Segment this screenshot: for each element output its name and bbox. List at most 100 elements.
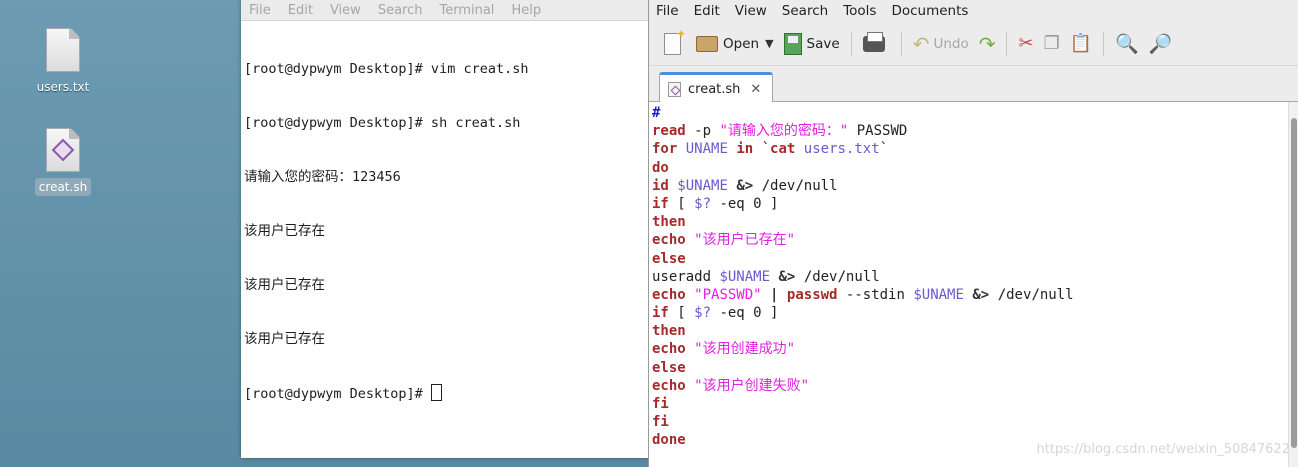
terminal-prompt-line[interactable]: [root@dypwym Desktop]# <box>244 384 645 402</box>
gedit-menu-file[interactable]: File <box>656 3 679 19</box>
editor-scrollbar[interactable] <box>1288 102 1298 467</box>
code-line: else <box>652 359 1285 377</box>
replace-button[interactable]: 🔎 <box>1144 29 1178 59</box>
terminal-menu-edit[interactable]: Edit <box>288 3 313 18</box>
new-document-button[interactable] <box>659 27 691 59</box>
scrollbar-thumb[interactable] <box>1291 118 1297 448</box>
terminal-window[interactable]: File Edit View Search Terminal Help [roo… <box>241 0 649 458</box>
copy-icon: ❐ <box>1043 32 1060 54</box>
code-token: / <box>761 177 771 194</box>
redo-button[interactable]: ↷ <box>974 29 1001 59</box>
paste-button[interactable]: 📋 <box>1065 29 1097 59</box>
terminal-menu-help[interactable]: Help <box>511 3 541 18</box>
code-token: -p <box>685 123 720 140</box>
code-token: passwd <box>786 286 838 303</box>
desktop-icon-label: users.txt <box>36 80 90 94</box>
print-icon <box>862 31 885 52</box>
code-token: then <box>652 323 686 340</box>
save-button[interactable]: Save <box>779 29 845 59</box>
script-file-icon <box>46 128 80 172</box>
code-line: echo "该用户创建失败" <box>652 377 1285 395</box>
terminal-menu-view[interactable]: View <box>330 3 361 18</box>
code-token: $UNAME <box>677 177 728 194</box>
code-token: echo <box>652 377 686 394</box>
code-token: dev <box>770 177 796 194</box>
tab-creat-sh[interactable]: creat.sh ✕ <box>659 72 773 103</box>
code-token: # <box>652 105 661 121</box>
print-button[interactable] <box>858 29 895 59</box>
terminal-line: 该用户已存在 <box>244 223 325 239</box>
cut-button[interactable]: ✂ <box>1013 29 1038 59</box>
code-line: echo "PASSWD" | passwd --stdin $UNAME &>… <box>652 286 1285 304</box>
gedit-menu-documents[interactable]: Documents <box>891 3 968 19</box>
code-token: else <box>652 359 686 376</box>
code-token: / <box>803 268 813 285</box>
code-token: "请输入您的密码：" <box>719 123 849 140</box>
terminal-line: [root@dypwym Desktop]# sh creat.sh <box>244 115 521 131</box>
code-token: &> <box>972 286 990 303</box>
code-editor[interactable]: # read -p "请输入您的密码：" PASSWD for UNAME in `… <box>649 102 1288 467</box>
close-icon[interactable]: ✕ <box>750 82 761 97</box>
gedit-menu-view[interactable]: View <box>735 3 767 19</box>
terminal-menu-search[interactable]: Search <box>378 3 423 18</box>
paste-icon: 📋 <box>1069 32 1093 54</box>
code-token: / <box>837 268 846 285</box>
code-line: # <box>652 104 1285 122</box>
toolbar-separator <box>850 31 852 56</box>
code-token: do <box>652 159 669 176</box>
gedit-menu-search[interactable]: Search <box>782 3 828 19</box>
code-line: read -p "请输入您的密码：" PASSWD <box>652 122 1285 140</box>
terminal-line: 该用户已存在 <box>244 331 325 347</box>
terminal-menu-file[interactable]: File <box>249 3 271 18</box>
gedit-menu-edit[interactable]: Edit <box>694 3 720 19</box>
code-token: / <box>795 177 804 194</box>
desktop-icon-users-txt[interactable]: users.txt <box>18 28 108 96</box>
folder-open-icon <box>696 35 718 52</box>
find-button[interactable]: 🔍 <box>1110 29 1144 59</box>
copy-button[interactable]: ❐ <box>1039 29 1065 59</box>
terminal-prompt: [root@dypwym Desktop]# <box>244 386 431 402</box>
undo-button[interactable]: ↶ Undo <box>908 29 974 59</box>
watermark: https://blog.csdn.net/weixin_50847622 <box>1036 442 1290 457</box>
code-line: else <box>652 250 1285 268</box>
scissors-icon: ✂ <box>1018 32 1034 54</box>
code-token: $? <box>694 305 712 322</box>
gedit-window[interactable]: File Edit View Search Tools Documents Op… <box>648 0 1298 467</box>
code-token: dev <box>812 268 838 285</box>
redo-icon: ↷ <box>978 31 996 56</box>
code-line: if [ $? -eq 0 ] <box>652 304 1285 322</box>
gedit-toolbar: Open ▼ Save ↶Undo ↷ ✂ ❐ 📋 🔍 🔎 <box>649 22 1298 66</box>
code-line: useradd $UNAME &> /dev/null <box>652 268 1285 286</box>
save-label: Save <box>806 35 840 52</box>
chevron-down-icon[interactable]: ▼ <box>765 37 773 50</box>
code-token: "该用户已存在" <box>694 232 796 249</box>
desktop-icon-creat-sh[interactable]: creat.sh <box>18 128 108 196</box>
terminal-line: 该用户已存在 <box>244 277 325 293</box>
code-line: fi <box>652 395 1285 413</box>
terminal-menu-terminal[interactable]: Terminal <box>439 3 494 18</box>
code-token: else <box>652 250 686 267</box>
open-button[interactable]: Open ▼ <box>691 29 779 59</box>
code-line: do <box>652 159 1285 177</box>
code-token: [ <box>668 195 695 212</box>
gedit-menu-tools[interactable]: Tools <box>843 3 876 19</box>
search-icon: 🔍 <box>1115 32 1139 55</box>
terminal-line: [root@dypwym Desktop]# vim creat.sh <box>244 61 529 77</box>
desktop-icon-label: creat.sh <box>34 178 92 196</box>
code-token: &> <box>778 268 796 285</box>
terminal-output[interactable]: [root@dypwym Desktop]# vim creat.sh [roo… <box>241 21 648 441</box>
undo-label: Undo <box>933 35 969 52</box>
code-token: -eq 0 ] <box>711 305 779 322</box>
code-token: id <box>652 177 669 194</box>
code-token: users.txt <box>803 141 880 158</box>
undo-icon: ↶ <box>912 31 930 56</box>
